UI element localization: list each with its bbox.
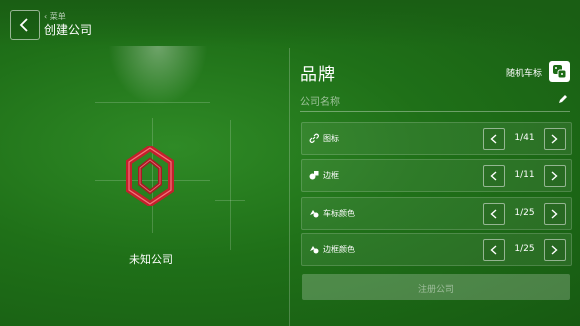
pencil-icon[interactable]	[558, 94, 568, 104]
prev-button[interactable]	[483, 128, 505, 150]
next-button[interactable]	[544, 165, 566, 187]
company-name-input[interactable]: 公司名称	[300, 93, 340, 108]
register-company-button[interactable]: 注册公司	[302, 274, 570, 300]
option-label: 边框颜色	[323, 245, 355, 254]
company-logo-icon	[126, 146, 174, 206]
next-button[interactable]	[544, 203, 566, 225]
chevron-left-icon	[490, 245, 497, 255]
chevron-left-icon	[19, 18, 28, 32]
chevron-left-icon	[490, 171, 497, 181]
chevron-right-icon	[551, 134, 558, 144]
prev-button[interactable]	[483, 239, 505, 261]
chevron-left-icon	[490, 134, 497, 144]
option-counter: 1/25	[514, 208, 535, 218]
chevron-right-icon	[551, 171, 558, 181]
palette-icon	[310, 246, 319, 254]
option-counter: 1/11	[514, 170, 535, 180]
panel-divider	[289, 48, 290, 326]
input-underline	[300, 111, 570, 112]
option-label: 图标	[323, 134, 339, 143]
guide-line	[215, 200, 245, 201]
prev-button[interactable]	[483, 203, 505, 225]
back-button[interactable]	[10, 10, 40, 40]
option-counter: 1/25	[514, 244, 535, 254]
register-company-label: 注册公司	[417, 285, 454, 295]
option-row-frame: 边框 1/11	[301, 159, 572, 192]
prev-button[interactable]	[483, 165, 505, 187]
company-name-label: 未知公司	[129, 253, 173, 266]
spotlight	[108, 46, 208, 106]
link-icon	[309, 133, 319, 143]
option-counter: 1/41	[514, 133, 535, 143]
page-title: 创建公司	[44, 23, 93, 37]
guide-line	[95, 102, 210, 103]
random-logo-label: 随机车标	[506, 69, 543, 79]
breadcrumb-label: 菜单	[49, 12, 66, 21]
next-button[interactable]	[544, 128, 566, 150]
brand-title: 品牌	[300, 65, 336, 85]
guide-line	[230, 120, 231, 250]
next-button[interactable]	[544, 239, 566, 261]
chevron-right-icon	[551, 209, 558, 219]
option-row-frame-color: 边框颜色 1/25	[301, 233, 572, 266]
random-logo-button[interactable]	[549, 61, 570, 82]
chevron-left-icon	[490, 209, 497, 219]
option-row-logo: 图标 1/41	[301, 122, 572, 155]
option-row-logo-color: 车标颜色 1/25	[301, 197, 572, 230]
option-label: 车标颜色	[323, 209, 355, 218]
chevron-right-icon	[551, 245, 558, 255]
shapes-icon	[309, 171, 319, 180]
option-label: 边框	[323, 171, 339, 180]
palette-icon	[310, 210, 319, 218]
dice-icon	[553, 65, 567, 79]
